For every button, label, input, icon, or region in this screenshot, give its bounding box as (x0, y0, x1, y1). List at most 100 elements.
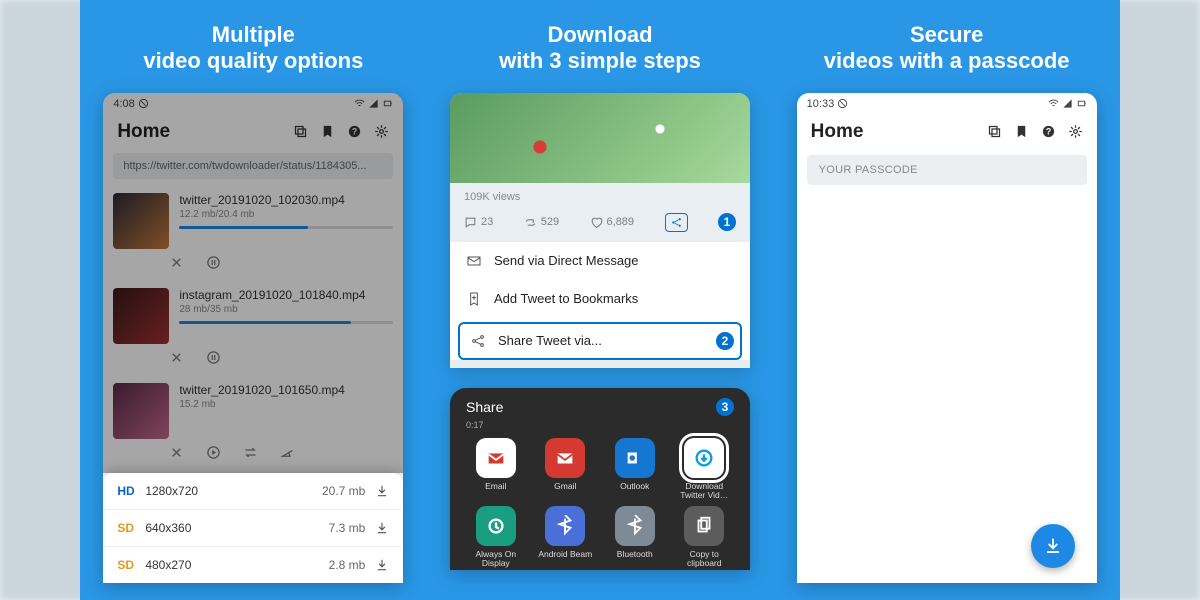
panel-title: Multiplevideo quality options (143, 22, 363, 75)
share-target[interactable]: Gmail (534, 438, 598, 502)
signal-icon (368, 98, 379, 109)
battery-icon (1076, 98, 1087, 109)
app-icon (684, 506, 724, 546)
download-item: instagram_20191020_101840.mp4 28 mb/35 m… (103, 280, 403, 344)
page-title: Home (117, 121, 170, 143)
app-icon (615, 506, 655, 546)
wifi-icon (354, 98, 365, 109)
share-icon (670, 216, 683, 229)
quality-sheet: HD 1280x720 20.7 mb SD 640x360 7.3 mb SD… (103, 473, 403, 583)
filename: twitter_20191020_102030.mp4 (179, 193, 393, 207)
filesize: 2.8 mb (329, 558, 366, 572)
menu-bookmark[interactable]: Add Tweet to Bookmarks (450, 280, 750, 318)
android-share-sheet: Share 3 0:17 Email Gmail Outlook Downloa… (450, 388, 750, 570)
resolution: 640x360 (145, 521, 328, 535)
phone-screenshot-3: 10:33 Home ? YOUR PA (797, 93, 1097, 583)
envelope-icon (466, 253, 482, 269)
app-label: Always On Display (464, 550, 528, 570)
resolution: 480x270 (145, 558, 328, 572)
app-label: Email (485, 482, 506, 502)
share-button[interactable] (665, 213, 688, 232)
download-icon (375, 521, 389, 535)
share-icon (470, 333, 486, 349)
share-target[interactable]: Android Beam (534, 506, 598, 570)
video-thumb (113, 193, 169, 249)
app-label: Android Beam (538, 550, 592, 570)
share-icon[interactable] (280, 445, 295, 460)
svg-text:?: ? (1045, 127, 1050, 137)
signal-icon (1062, 98, 1073, 109)
download-fab[interactable] (1031, 524, 1075, 568)
video-thumbnail[interactable] (450, 93, 750, 183)
app-label: Outlook (620, 482, 649, 502)
filesize: 15.2 mb (179, 399, 393, 410)
download-icon (375, 558, 389, 572)
app-label: Download Twitter Vid… (673, 482, 737, 502)
quality-tag: SD (117, 521, 145, 535)
download-item: twitter_20191020_101650.mp4 15.2 mb (103, 375, 403, 439)
close-icon[interactable] (169, 350, 184, 365)
passcode-input[interactable]: YOUR PASSCODE (807, 155, 1087, 185)
library-icon[interactable] (293, 124, 308, 139)
app-header: Home ? (797, 115, 1097, 151)
close-icon[interactable] (169, 445, 184, 460)
filesize: 20.7 mb (322, 484, 365, 498)
filename: instagram_20191020_101840.mp4 (179, 288, 393, 302)
pause-icon[interactable] (206, 350, 221, 365)
app-icon (615, 438, 655, 478)
panel-title: Securevideos with a passcode (824, 22, 1070, 75)
url-input[interactable]: https://twitter.com/twdownloader/status/… (113, 153, 393, 179)
status-bar: 10:33 (797, 93, 1097, 115)
play-icon[interactable] (206, 445, 221, 460)
quality-tag: SD (117, 558, 145, 572)
retweet-icon (524, 216, 537, 229)
share-target[interactable]: Always On Display (464, 506, 528, 570)
help-icon[interactable]: ? (347, 124, 362, 139)
share-target[interactable]: Download Twitter Vid… (673, 438, 737, 502)
app-icon (476, 438, 516, 478)
battery-icon (382, 98, 393, 109)
clock: 10:33 (807, 98, 835, 110)
share-target[interactable]: Outlook (603, 438, 667, 502)
video-thumb (113, 383, 169, 439)
progress-bar (179, 321, 393, 324)
like-count[interactable]: 6,889 (590, 213, 635, 232)
share-target[interactable]: Email (464, 438, 528, 502)
menu-send-dm[interactable]: Send via Direct Message (450, 242, 750, 280)
close-icon[interactable] (169, 255, 184, 270)
help-icon[interactable]: ? (1041, 124, 1056, 139)
wifi-icon (1048, 98, 1059, 109)
no-sim-icon (837, 98, 848, 109)
repeat-icon[interactable] (243, 445, 258, 460)
quality-option[interactable]: SD 480x270 2.8 mb (103, 547, 403, 583)
filesize: 12.2 mb/20.4 mb (179, 209, 393, 220)
bookmark-icon[interactable] (1014, 124, 1029, 139)
progress-bar (179, 226, 393, 229)
menu-share-via[interactable]: Share Tweet via... 2 (458, 322, 742, 360)
share-target[interactable]: Bluetooth (603, 506, 667, 570)
gear-icon[interactable] (374, 124, 389, 139)
app-icon (545, 438, 585, 478)
filesize: 7.3 mb (329, 521, 366, 535)
video-thumb (113, 288, 169, 344)
retweet-count[interactable]: 529 (524, 213, 559, 232)
quality-option[interactable]: SD 640x360 7.3 mb (103, 510, 403, 547)
download-icon (1044, 537, 1062, 555)
gear-icon[interactable] (1068, 124, 1083, 139)
bookmark-add-icon (466, 291, 482, 307)
filesize: 28 mb/35 mb (179, 304, 393, 315)
resolution: 1280x720 (145, 484, 322, 498)
quality-option[interactable]: HD 1280x720 20.7 mb (103, 473, 403, 510)
app-header: Home ? (103, 115, 403, 151)
pause-icon[interactable] (206, 255, 221, 270)
status-bar: 4:08 (103, 93, 403, 115)
app-icon (684, 438, 724, 478)
bookmark-icon[interactable] (320, 124, 335, 139)
comment-count[interactable]: 23 (464, 213, 493, 232)
panel-quality-options: Multiplevideo quality options 4:08 Home (80, 0, 427, 600)
library-icon[interactable] (987, 124, 1002, 139)
heart-icon (590, 216, 603, 229)
share-target[interactable]: Copy to clipboard (673, 506, 737, 570)
video-duration: 0:17 (450, 420, 750, 430)
panel-title: Downloadwith 3 simple steps (499, 22, 701, 75)
